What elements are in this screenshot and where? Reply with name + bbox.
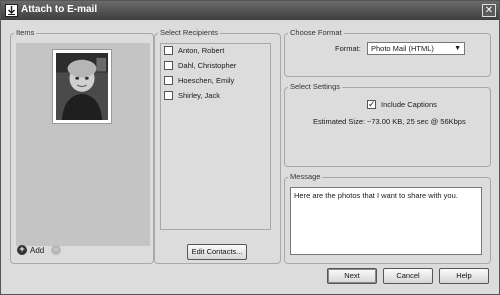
format-group: Choose Format Format: Photo Mail (HTML) …: [284, 28, 491, 77]
recipient-name: Hoeschen, Emily: [178, 76, 235, 85]
recipients-list: Anton, Robert Dahl, Christopher Hoeschen…: [160, 43, 271, 230]
attach-to-email-dialog: Attach to E-mail ✕ Items + Add − Select …: [0, 0, 500, 295]
window-title: Attach to E-mail: [21, 4, 98, 15]
recipients-label: Select Recipients: [158, 28, 220, 37]
recipient-name: Shirley, Jack: [178, 91, 220, 100]
items-group: Items + Add −: [10, 28, 154, 264]
edit-contacts-button[interactable]: Edit Contacts...: [187, 244, 247, 260]
help-button[interactable]: Help: [439, 268, 489, 284]
add-icon: +: [17, 245, 27, 255]
recipient-item[interactable]: Dahl, Christopher: [164, 61, 236, 70]
message-label: Message: [288, 172, 323, 181]
format-label: Choose Format: [288, 28, 344, 37]
settings-label: Select Settings: [288, 82, 343, 91]
next-button[interactable]: Next: [327, 268, 377, 284]
photo-image: [56, 53, 108, 120]
recipient-item[interactable]: Anton, Robert: [164, 46, 224, 55]
items-area[interactable]: [16, 43, 150, 246]
format-selected-value: Photo Mail (HTML): [371, 44, 434, 53]
recipient-name: Dahl, Christopher: [178, 61, 237, 70]
recipient-item[interactable]: Shirley, Jack: [164, 91, 220, 100]
add-label: Add: [30, 245, 45, 255]
recipient-checkbox[interactable]: [164, 76, 173, 85]
chevron-down-icon: ▼: [454, 45, 461, 52]
include-captions-option[interactable]: Include Captions: [367, 99, 437, 110]
recipients-group: Select Recipients Anton, Robert Dahl, Ch…: [154, 28, 281, 264]
estimated-size-value: ~73.00 KB, 25 sec @ 56Kbps: [367, 117, 466, 126]
include-captions-checkbox[interactable]: [367, 99, 376, 110]
items-label: Items: [14, 28, 37, 37]
close-icon[interactable]: ✕: [482, 4, 496, 17]
cancel-button[interactable]: Cancel: [383, 268, 433, 284]
format-select[interactable]: Photo Mail (HTML) ▼: [367, 42, 465, 55]
add-button[interactable]: + Add: [17, 245, 44, 255]
recipient-item[interactable]: Hoeschen, Emily: [164, 76, 234, 85]
estimated-size-label: Estimated Size:: [313, 117, 366, 126]
title-bar: Attach to E-mail ✕: [1, 1, 499, 20]
message-group: Message Here are the photos that I want …: [284, 172, 491, 264]
format-field-label: Format:: [335, 44, 361, 53]
app-icon: [5, 4, 18, 17]
recipient-checkbox[interactable]: [164, 91, 173, 100]
remove-icon[interactable]: −: [51, 245, 61, 255]
settings-group: Select Settings Include Captions Estimat…: [284, 82, 491, 167]
include-captions-label: Include Captions: [381, 100, 437, 109]
recipient-name: Anton, Robert: [178, 46, 225, 55]
recipient-checkbox[interactable]: [164, 46, 173, 55]
recipient-checkbox[interactable]: [164, 61, 173, 70]
photo-thumbnail[interactable]: [52, 49, 112, 124]
message-textarea[interactable]: Here are the photos that I want to share…: [290, 187, 482, 255]
